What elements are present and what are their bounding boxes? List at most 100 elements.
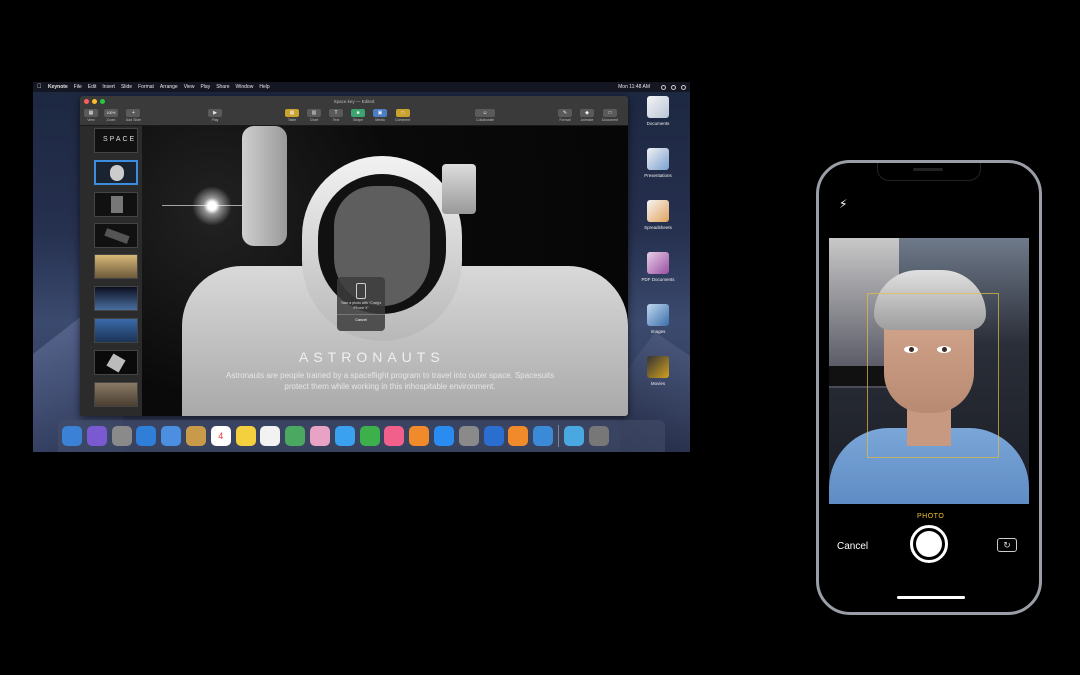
facetime-icon[interactable] [359, 426, 380, 446]
home-indicator[interactable] [897, 596, 965, 599]
zoom-window-button[interactable] [100, 99, 105, 104]
xcode-icon[interactable] [533, 426, 554, 446]
menu-share[interactable]: Share [216, 84, 229, 90]
launchpad-icon[interactable] [111, 426, 132, 446]
menu-clock[interactable]: Mon 11:48 AM [618, 84, 650, 90]
slide-title[interactable]: ASTRONAUTS [299, 349, 440, 367]
camera-mode-label[interactable]: PHOTO [917, 513, 944, 520]
view-button[interactable]: ▦ View [84, 109, 98, 122]
shape-button[interactable]: ■ Shape [351, 109, 365, 122]
itunes-icon[interactable] [384, 426, 405, 446]
spotlight-icon[interactable] [661, 84, 666, 90]
trash-icon[interactable] [588, 426, 609, 446]
menu-slide[interactable]: Slide [121, 84, 132, 90]
messages-icon[interactable] [334, 426, 355, 446]
calendar-icon[interactable]: 4 [210, 426, 231, 446]
flash-icon[interactable]: ⚡ [839, 197, 849, 211]
siri-icon[interactable] [86, 426, 107, 446]
menu-arrange[interactable]: Arrange [160, 84, 178, 90]
folder-icon[interactable] [563, 426, 584, 446]
slide-thumbnail[interactable] [94, 192, 138, 217]
shutter-button[interactable] [910, 525, 948, 563]
desktop-stacks: Documents Presentations Spreadsheets PDF… [626, 96, 690, 406]
photos-icon[interactable] [309, 426, 330, 446]
document-button[interactable]: □ Document [602, 109, 618, 122]
appstore-icon[interactable] [433, 426, 454, 446]
iphone-icon [356, 283, 366, 299]
notification-center-icon[interactable] [681, 84, 686, 90]
collaborate-icon: ☺ [475, 109, 495, 117]
collaborate-button[interactable]: ☺ Collaborate [475, 109, 495, 122]
menu-edit[interactable]: Edit [88, 84, 97, 90]
finder-icon[interactable] [62, 426, 82, 446]
window-titlebar[interactable]: Space.key — Edited [80, 96, 628, 108]
animate-button[interactable]: ◆ Animate [580, 109, 594, 122]
text-button[interactable]: T Text [329, 109, 343, 122]
menu-app-name[interactable]: Keynote [48, 84, 68, 90]
chart-icon: ▥ [307, 109, 321, 117]
stack-spreadsheets[interactable]: Spreadsheets [626, 200, 690, 230]
slide-thumbnail[interactable] [94, 382, 138, 407]
flip-camera-icon[interactable]: ↻ [997, 538, 1017, 552]
stack-presentations[interactable]: Presentations [626, 148, 690, 178]
paintbrush-icon: ✎ [558, 109, 572, 117]
iphone-speaker [913, 168, 943, 171]
slide-thumbnail[interactable] [94, 286, 138, 311]
media-button[interactable]: ▣ Media [373, 109, 387, 122]
menu-format[interactable]: Format [138, 84, 154, 90]
ibooks-icon[interactable] [409, 426, 430, 446]
comment-button[interactable]: □ Comment [395, 109, 410, 122]
notes-icon[interactable] [185, 426, 206, 446]
menu-help[interactable]: Help [259, 84, 269, 90]
reminders-icon[interactable] [260, 426, 281, 446]
iphone: ⚡ PHOTO Cancel ↻ [816, 160, 1042, 615]
zoom-button[interactable]: 100% Zoom [104, 109, 118, 122]
keynote-icon[interactable] [483, 426, 504, 446]
text-icon: T [329, 109, 343, 117]
menu-insert[interactable]: Insert [102, 84, 115, 90]
slide-thumbnail[interactable] [94, 254, 138, 279]
slide-thumbnail[interactable] [94, 350, 138, 375]
pages-icon[interactable] [508, 426, 529, 446]
minimize-window-button[interactable] [92, 99, 97, 104]
siri-menu-icon[interactable] [671, 84, 676, 90]
movies-stack-icon [647, 356, 669, 378]
animate-icon: ◆ [580, 109, 594, 117]
stack-images[interactable]: Images [626, 304, 690, 334]
slide-thumbnail[interactable] [94, 318, 138, 343]
continuity-camera-popover: Take a photo with “Craig's iPhone X” Can… [337, 277, 385, 331]
toolbar: ▦ View 100% Zoom + Add Slide ▶ Play ▦ Ta… [80, 108, 628, 126]
slide-thumbnail[interactable] [94, 223, 138, 248]
mail-icon[interactable] [161, 426, 182, 446]
menu-play[interactable]: Play [200, 84, 210, 90]
menu-file[interactable]: File [74, 84, 82, 90]
add-slide-button[interactable]: + Add Slide [126, 109, 141, 122]
document-icon: □ [602, 109, 617, 117]
mac-desktop:  Keynote File Edit Insert Slide Format … [33, 82, 690, 452]
table-icon: ▦ [285, 109, 299, 117]
popover-cancel-button[interactable]: Cancel [337, 314, 385, 322]
safari-icon[interactable] [136, 426, 157, 446]
stack-pdf-documents[interactable]: PDF Documents [626, 252, 690, 282]
apple-icon[interactable]:  [37, 84, 42, 90]
stack-documents[interactable]: Documents [626, 96, 690, 126]
stickies-icon[interactable] [235, 426, 256, 446]
camera-viewfinder[interactable] [829, 238, 1029, 504]
helmet-lamp [442, 164, 476, 214]
chart-button[interactable]: ▥ Chart [307, 109, 321, 122]
slide-thumbnail[interactable]: SPACE [94, 128, 138, 153]
format-button[interactable]: ✎ Format [558, 109, 572, 122]
menu-window[interactable]: Window [236, 84, 254, 90]
dock: 4 [58, 420, 665, 452]
menu-view[interactable]: View [184, 84, 195, 90]
close-window-button[interactable] [84, 99, 89, 104]
cancel-button[interactable]: Cancel [837, 541, 868, 552]
slide-thumbnail-selected[interactable] [94, 160, 138, 185]
stack-movies[interactable]: Movies [626, 356, 690, 386]
maps-icon[interactable] [285, 426, 306, 446]
play-button[interactable]: ▶ Play [208, 109, 222, 122]
slide-body-text[interactable]: Astronauts are people trained by a space… [213, 370, 567, 392]
table-button[interactable]: ▦ Table [285, 109, 299, 122]
popover-message: Take a photo with “Craig's iPhone X” [340, 301, 382, 310]
preferences-icon[interactable] [458, 426, 479, 446]
